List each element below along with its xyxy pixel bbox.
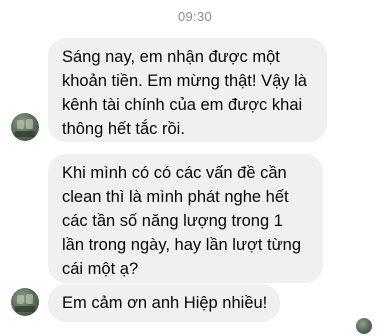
message-bubble[interactable]: Sáng nay, em nhận được một khoản tiền. E… [48, 38, 327, 142]
message-bubble[interactable]: Em cảm ơn anh Hiệp nhiều! [48, 284, 280, 322]
contact-avatar[interactable] [11, 288, 39, 316]
message-bubble[interactable]: Khi mình có có các vấn đề cần clean thì … [48, 154, 323, 283]
message-timestamp: 09:30 [177, 9, 213, 24]
contact-avatar[interactable] [11, 113, 39, 141]
seen-avatar-icon [356, 318, 372, 334]
